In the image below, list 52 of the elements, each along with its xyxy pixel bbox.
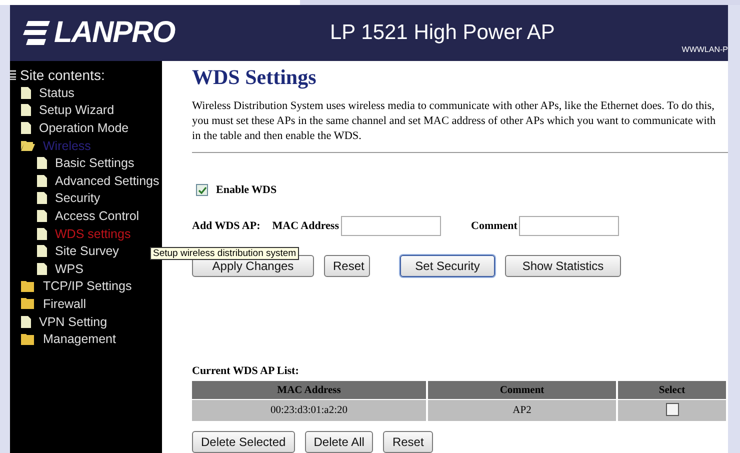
- page-icon: [37, 262, 47, 275]
- column-header: Comment: [428, 381, 616, 399]
- tooltip: Setup wireless distribution system: [150, 247, 300, 260]
- page-icon: [37, 174, 47, 187]
- page-icon: [37, 245, 47, 258]
- sidebar-link[interactable]: VPN Setting: [39, 314, 108, 329]
- field-label: MAC Address: [272, 220, 339, 232]
- logo-icon: [22, 19, 52, 47]
- field-label: Comment: [471, 220, 518, 232]
- list-title: Current WDS AP List:: [192, 365, 300, 377]
- checkbox-label: Enable WDS: [216, 184, 277, 196]
- sidebar-link[interactable]: TCP/IP Settings: [43, 279, 132, 294]
- column-header: Select: [618, 381, 726, 399]
- sidebar-heading: Site contents:: [20, 67, 105, 83]
- page-icon: [37, 157, 47, 170]
- comment-field[interactable]: [519, 216, 620, 236]
- action-button[interactable]: Set Security: [400, 255, 495, 277]
- sidebar-link[interactable]: Advanced Settings: [55, 174, 160, 188]
- page-icon: [21, 316, 31, 328]
- sidebar-link[interactable]: WPS: [55, 262, 84, 276]
- sidebar-link[interactable]: Firewall: [43, 296, 86, 311]
- page-icon: [37, 192, 47, 204]
- action-button[interactable]: Delete Selected: [192, 431, 295, 453]
- action-button[interactable]: Reset: [324, 255, 370, 277]
- sidebar-link[interactable]: Access Control: [55, 208, 140, 223]
- page-icon: [21, 86, 31, 99]
- column-header: MAC Address: [192, 381, 426, 399]
- mac-address-field[interactable]: [341, 216, 441, 236]
- action-button[interactable]: Reset: [383, 431, 433, 453]
- sidebar-link[interactable]: Management: [43, 332, 116, 346]
- product-title: LP 1521 High Power AP: [330, 21, 555, 45]
- logo-text: LANPRO: [54, 16, 175, 50]
- page-icon: [21, 122, 31, 134]
- sidebar-link[interactable]: Operation Mode: [39, 120, 129, 135]
- table-cell: 00:23:d3:01:a2:20: [192, 400, 426, 421]
- add-ap-label: Add WDS AP:: [192, 220, 260, 232]
- description: Wireless Distribution System uses wireless media to communicate with other APs, like the Ethernet does. To do this, you must set these APs in the same channel and set MAC address of other APs which you want to communicate with in the table and then enable the WDS.: [192, 99, 717, 144]
- page-icon: [21, 104, 31, 116]
- select-checkbox[interactable]: [666, 402, 678, 416]
- website-url: WWWLAN-P: [682, 45, 728, 54]
- action-button[interactable]: Delete All: [304, 431, 374, 453]
- sidebar-link[interactable]: Setup Wizard: [39, 103, 114, 118]
- page-title: WDS Settings: [192, 65, 318, 90]
- page-icon: [37, 210, 47, 222]
- action-button[interactable]: Show Statistics: [505, 255, 621, 277]
- table-cell: AP2: [428, 400, 616, 421]
- sidebar-link[interactable]: Security: [55, 191, 100, 206]
- sidebar-link[interactable]: Basic Settings: [55, 156, 134, 170]
- checkbox[interactable]: [196, 184, 208, 196]
- sidebar-link[interactable]: Site Survey: [55, 244, 119, 258]
- sidebar-link[interactable]: Status: [39, 86, 74, 100]
- page-icon: [37, 228, 47, 240]
